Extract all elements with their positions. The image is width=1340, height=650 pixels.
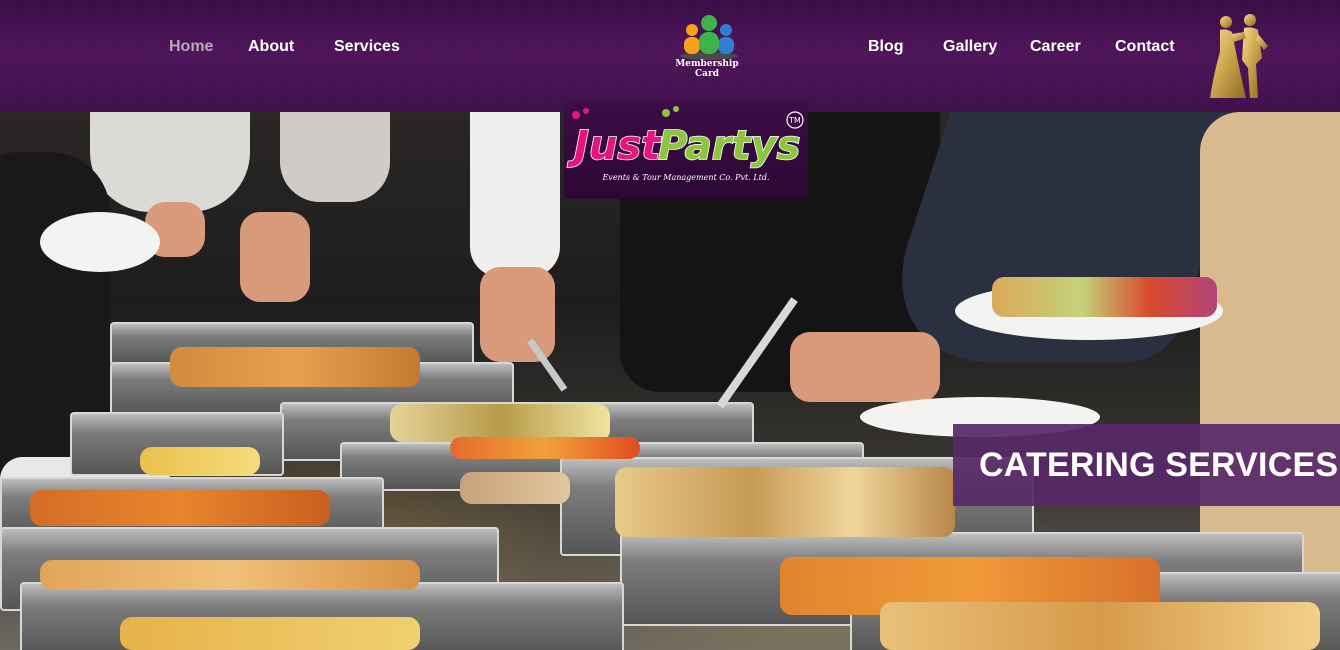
guest-woman — [1200, 112, 1340, 582]
food-item — [615, 467, 955, 537]
guest-shirt — [280, 112, 390, 202]
hero-caption-box: CATERING SERVICES — [953, 424, 1340, 506]
guest-hand — [480, 267, 555, 362]
membership-card-link[interactable]: Membership Card — [672, 14, 746, 86]
membership-label: Membership Card — [672, 59, 742, 79]
site-header: Home About Services Membership Card Blog… — [0, 0, 1340, 112]
trademark-label: TM — [788, 116, 801, 125]
brand-subtitle: Events & Tour Management Co. Pvt. Ltd. — [602, 173, 770, 182]
food-item — [30, 490, 330, 526]
food-item — [450, 437, 640, 459]
membership-line1: Membership — [675, 59, 739, 69]
brand-wordmark: Just Partys TM — [566, 106, 804, 170]
just-partys-logo[interactable]: Just Partys TM Events & Tour Management … — [564, 103, 808, 199]
food-item — [460, 472, 570, 504]
brand-dot — [572, 111, 580, 119]
food-item — [120, 617, 420, 650]
brand-dot — [583, 108, 589, 114]
nav-home[interactable]: Home — [169, 38, 213, 56]
nav-services[interactable]: Services — [334, 38, 400, 56]
brand-word-1: Just — [567, 123, 662, 169]
page: Home About Services Membership Card Blog… — [0, 0, 1340, 650]
guest-shirt — [90, 112, 250, 212]
nav-about[interactable]: About — [248, 38, 294, 56]
brand-dot — [673, 106, 679, 112]
brand-word-2: Partys — [658, 123, 800, 169]
food-item — [40, 560, 420, 590]
people-group-icon — [680, 15, 738, 60]
guest-hand — [240, 212, 310, 302]
nav-gallery[interactable]: Gallery — [943, 38, 997, 56]
plate-stack — [40, 212, 160, 272]
nav-contact[interactable]: Contact — [1115, 38, 1175, 56]
food-item — [140, 447, 260, 475]
hero-caption: CATERING SERVICES — [979, 446, 1339, 484]
food-item — [880, 602, 1320, 650]
food-item — [170, 347, 420, 387]
plate-food — [992, 277, 1217, 317]
brand-dot — [662, 109, 670, 117]
nav-career[interactable]: Career — [1030, 38, 1081, 56]
dancing-couple-logo-icon[interactable] — [1206, 12, 1270, 104]
guest-shirt — [470, 112, 560, 277]
guest-hand — [790, 332, 940, 402]
nav-blog[interactable]: Blog — [868, 38, 904, 56]
membership-line2: Card — [694, 69, 720, 79]
